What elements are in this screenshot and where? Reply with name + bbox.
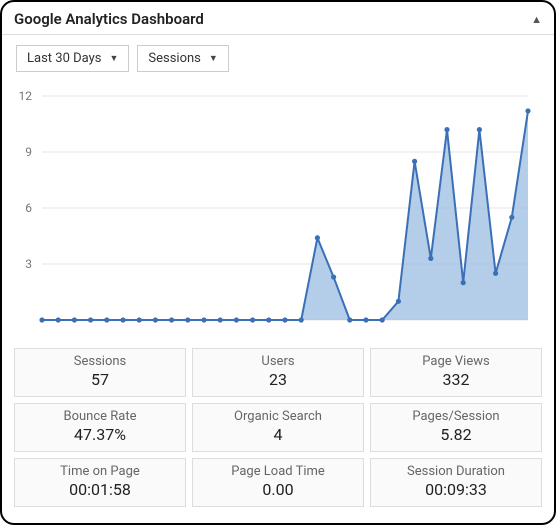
stat-value: 23 xyxy=(197,370,359,391)
stat-value: 00:01:58 xyxy=(19,480,181,501)
stat-label: Page Views xyxy=(375,354,537,370)
stat-card: Page Views332 xyxy=(370,348,542,397)
stat-value: 0.00 xyxy=(197,480,359,501)
metric-label: Sessions xyxy=(148,51,201,66)
stat-value: 5.82 xyxy=(375,425,537,446)
stat-label: Users xyxy=(197,354,359,370)
controls-row: Last 30 Days ▼ Sessions ▼ xyxy=(2,35,554,76)
svg-text:6: 6 xyxy=(25,201,32,215)
stat-card: Time on Page00:01:58 xyxy=(14,458,186,507)
svg-text:9: 9 xyxy=(25,145,32,159)
stat-value: 00:09:33 xyxy=(375,480,537,501)
analytics-panel: Google Analytics Dashboard ▲ Last 30 Day… xyxy=(0,0,556,525)
stat-value: 332 xyxy=(375,370,537,391)
stats-grid: Sessions57Users23Page Views332Bounce Rat… xyxy=(2,348,554,519)
stat-card: Session Duration00:09:33 xyxy=(370,458,542,507)
stat-value: 47.37% xyxy=(19,425,181,446)
svg-text:3: 3 xyxy=(25,257,32,271)
stat-value: 57 xyxy=(19,370,181,391)
collapse-icon[interactable]: ▲ xyxy=(531,13,542,26)
stat-card: Page Load Time0.00 xyxy=(192,458,364,507)
stat-label: Time on Page xyxy=(19,464,181,480)
date-range-select[interactable]: Last 30 Days ▼ xyxy=(16,45,129,72)
stat-label: Bounce Rate xyxy=(19,409,181,425)
date-range-label: Last 30 Days xyxy=(27,51,101,66)
stat-card: Bounce Rate47.37% xyxy=(14,403,186,452)
sessions-chart-svg: 3 6 9 12 xyxy=(8,82,538,338)
panel-title: Google Analytics Dashboard xyxy=(14,10,204,28)
stat-label: Page Load Time xyxy=(197,464,359,480)
stat-card: Pages/Session5.82 xyxy=(370,403,542,452)
metric-select[interactable]: Sessions ▼ xyxy=(137,45,228,72)
stat-label: Session Duration xyxy=(375,464,537,480)
chevron-down-icon: ▼ xyxy=(209,53,218,64)
stat-value: 4 xyxy=(197,425,359,446)
stat-card: Sessions57 xyxy=(14,348,186,397)
stat-card: Users23 xyxy=(192,348,364,397)
panel-header: Google Analytics Dashboard ▲ xyxy=(2,2,554,35)
stat-label: Organic Search xyxy=(197,409,359,425)
chart: 3 6 9 12 xyxy=(2,76,554,348)
stat-label: Pages/Session xyxy=(375,409,537,425)
svg-text:12: 12 xyxy=(19,89,33,103)
stat-label: Sessions xyxy=(19,354,181,370)
stat-card: Organic Search4 xyxy=(192,403,364,452)
chevron-down-icon: ▼ xyxy=(109,53,118,64)
